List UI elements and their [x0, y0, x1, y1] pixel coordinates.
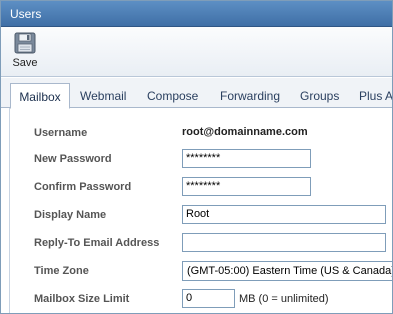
tab-forwarding[interactable]: Forwarding: [220, 83, 280, 108]
username-value: root@domainname.com: [182, 126, 308, 138]
save-button[interactable]: Save: [9, 30, 41, 74]
tab-groups[interactable]: Groups: [300, 83, 339, 108]
username-label: Username: [34, 127, 88, 139]
display-name-field[interactable]: Root: [182, 205, 386, 224]
tab-plus-addressing[interactable]: Plus A: [359, 83, 392, 108]
new-password-field[interactable]: ********: [182, 149, 311, 168]
confirm-password-row: Confirm Password ********: [10, 176, 392, 200]
window-titlebar: Users: [1, 1, 392, 27]
time-zone-row: Time Zone (GMT-05:00) Eastern Time (US &…: [10, 260, 392, 284]
new-password-label: New Password: [34, 153, 112, 165]
confirm-password-label: Confirm Password: [34, 181, 132, 193]
mailbox-size-hint: MB (0 = unlimited): [239, 293, 329, 305]
mailbox-form: Username root@domainname.com New Passwor…: [9, 108, 392, 313]
save-button-label: Save: [12, 57, 38, 69]
display-name-label: Display Name: [34, 209, 107, 221]
reply-to-email-field[interactable]: [182, 233, 386, 252]
confirm-password-field[interactable]: ********: [182, 177, 311, 196]
window-title: Users: [10, 7, 42, 21]
tab-mailbox[interactable]: Mailbox: [10, 83, 70, 109]
tab-compose[interactable]: Compose: [147, 83, 198, 108]
new-password-row: New Password ********: [10, 148, 392, 172]
mailbox-size-label: Mailbox Size Limit: [34, 293, 130, 305]
reply-to-row: Reply-To Email Address: [10, 232, 392, 256]
username-row: Username root@domainname.com: [10, 122, 392, 146]
tab-bar: Mailbox Webmail Compose Forwarding Group…: [1, 78, 392, 109]
time-zone-label: Time Zone: [34, 265, 89, 277]
users-window: Users Save Mailbox Webmail Compose Forwa…: [0, 0, 393, 314]
toolbar: Save: [1, 27, 392, 77]
mailbox-size-field[interactable]: 0: [182, 289, 235, 308]
mailbox-size-row: Mailbox Size Limit 0 MB (0 = unlimited): [10, 288, 392, 312]
tab-webmail[interactable]: Webmail: [80, 83, 126, 108]
display-name-row: Display Name Root: [10, 204, 392, 228]
reply-to-label: Reply-To Email Address: [34, 237, 160, 249]
time-zone-select[interactable]: (GMT-05:00) Eastern Time (US & Canada): [182, 261, 392, 281]
floppy-disk-icon: [9, 32, 41, 54]
